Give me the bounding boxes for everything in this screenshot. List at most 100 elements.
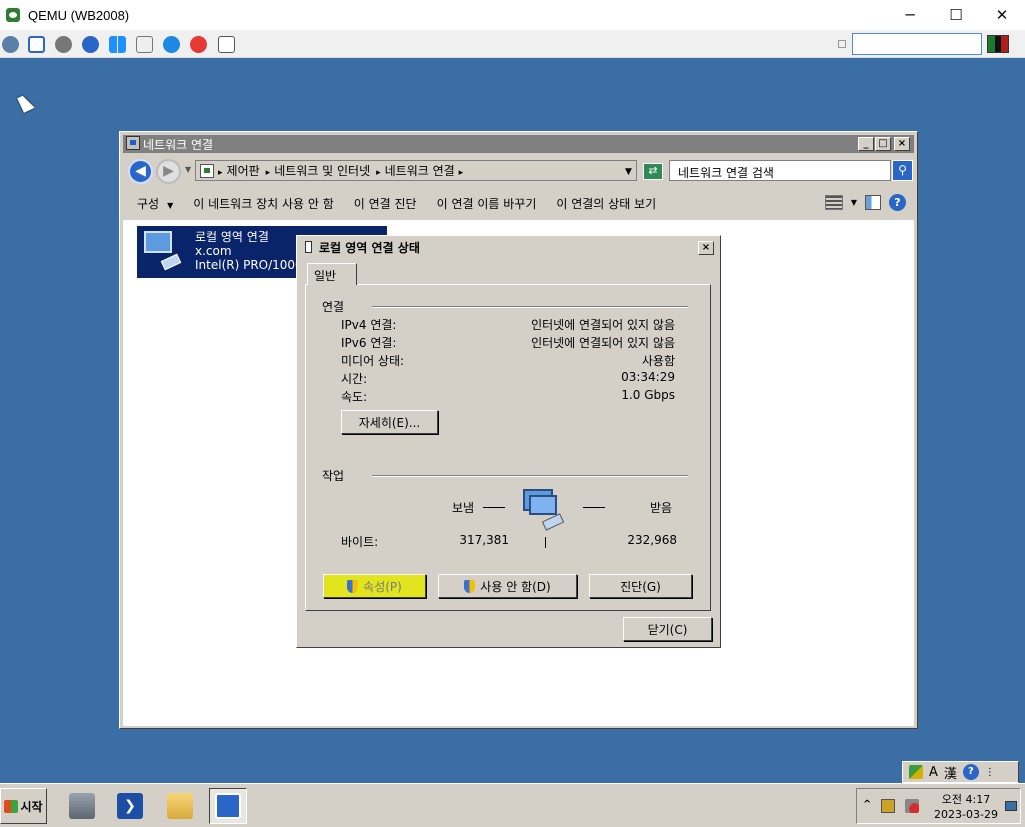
forward-button[interactable]: ▶ [156, 159, 181, 184]
network-connections-taskbar-button[interactable] [209, 788, 247, 824]
info-icon[interactable] [163, 36, 180, 53]
server-manager-icon [69, 793, 95, 819]
connection-details: 로컬 영역 연결 x.com Intel(R) PRO/1000 [195, 230, 303, 272]
clock[interactable]: 오전 4:17 2023-03-29 [931, 792, 1001, 822]
network-icon[interactable] [2, 36, 19, 53]
disable-device-command[interactable]: 이 네트워크 장치 사용 안 함 [193, 195, 334, 212]
host-toolbar-checkbox[interactable] [838, 40, 846, 48]
language-bar: A 漢 ? ⋮ [902, 761, 1019, 783]
diagnose-command[interactable]: 이 연결 진단 [354, 195, 417, 212]
search-input[interactable]: 네트워크 연결 검색 [669, 160, 891, 181]
back-button[interactable]: ◀ [128, 159, 153, 184]
organize-menu[interactable]: 구성 ▼ [137, 195, 173, 212]
view-controls: ▼ ? [824, 194, 906, 211]
windows-icon[interactable] [109, 36, 126, 53]
ipv6-label: IPv6 연결: [341, 336, 397, 350]
fullscreen-icon[interactable] [28, 36, 45, 53]
powershell-button[interactable]: ❯ [111, 788, 149, 824]
folder-icon [167, 793, 193, 819]
start-button[interactable]: 시작 [0, 788, 47, 824]
action-center-icon[interactable] [881, 799, 895, 813]
settings-icon[interactable] [55, 36, 72, 53]
address-bar: ◀ ▶ ▼ ▸ 제어판 ▸ 네트워크 및 인터넷 ▸ 네트워크 연결 ▸ ▼ ⇄ 네트… [123, 156, 914, 186]
search-icon[interactable]: ⚲ [892, 160, 913, 181]
connection-name: 로컬 영역 연결 [195, 230, 269, 244]
activity-group-label: 작업 [322, 469, 345, 483]
connection-group-divider [372, 306, 688, 308]
window-controls: _ □ × [858, 137, 910, 151]
clipboard-icon[interactable] [136, 36, 153, 53]
duration-label: 시간: [341, 372, 368, 386]
mouse-cursor-icon [17, 93, 35, 113]
ime-hanja-toggle[interactable]: 漢 [944, 763, 957, 782]
snapshot-icon[interactable] [218, 36, 235, 53]
view-options-dropdown-icon[interactable]: ▼ [851, 198, 857, 207]
refresh-icon[interactable] [82, 36, 99, 53]
breadcrumb-network-internet[interactable]: ▸ 네트워크 및 인터넷 [266, 162, 370, 179]
explorer-button[interactable] [161, 788, 199, 824]
host-window-title: QEMU (WB2008) [28, 7, 130, 23]
received-dash [583, 507, 605, 508]
address-dropdown-icon[interactable]: ▼ [625, 167, 632, 177]
host-titlebar: QEMU (WB2008) ─ ☐ ✕ [0, 0, 1025, 30]
change-view-icon[interactable] [824, 195, 843, 210]
host-close-button[interactable]: ✕ [979, 0, 1025, 30]
taskbar: 시작 ❯ ^ 오전 4:17 2023-03-29 [0, 783, 1025, 827]
received-label: 받음 [650, 501, 673, 515]
uac-shield-icon [347, 579, 359, 593]
server-manager-button[interactable] [63, 788, 101, 824]
breadcrumb-control-panel[interactable]: ▸ 제어판 [218, 162, 260, 179]
ime-pad-icon[interactable] [909, 765, 923, 779]
color-flag-icon[interactable] [987, 35, 1009, 53]
address-field[interactable]: ▸ 제어판 ▸ 네트워크 및 인터넷 ▸ 네트워크 연결 ▸ [195, 160, 637, 181]
disable-button[interactable]: 사용 안 함(D) [438, 574, 577, 598]
network-adapter-icon [142, 231, 184, 271]
maximize-button[interactable]: □ [875, 137, 891, 151]
bytes-label: 바이트: [341, 535, 379, 549]
command-bar: 구성 ▼ 이 네트워크 장치 사용 안 함 이 연결 진단 이 연결 이름 바꾸기… [123, 187, 914, 219]
dialog-title: 로컬 영역 연결 상태 [319, 241, 420, 255]
speed-value: 1.0 Gbps [621, 388, 675, 402]
ipv6-value: 인터넷에 연결되어 있지 않음 [531, 336, 675, 350]
rename-command[interactable]: 이 연결 이름 바꾸기 [437, 195, 537, 212]
preview-pane-icon[interactable] [865, 195, 881, 210]
ime-alpha-toggle[interactable]: A [929, 765, 938, 780]
network-disconnected-icon[interactable] [905, 799, 919, 813]
show-hidden-icons-icon[interactable]: ^ [863, 799, 871, 810]
refresh-button[interactable]: ⇄ [643, 163, 663, 180]
control-panel-icon [200, 163, 214, 178]
close-button[interactable]: × [894, 137, 910, 151]
show-desktop-icon[interactable] [1005, 801, 1017, 811]
host-minimize-button[interactable]: ─ [887, 0, 933, 30]
breadcrumb-network-connections[interactable]: ▸ 네트워크 연결 ▸ [376, 162, 467, 179]
language-help-icon[interactable]: ? [962, 764, 979, 780]
ipv4-value: 인터넷에 연결되어 있지 않음 [531, 318, 675, 332]
close-dialog-button[interactable]: 닫기(C) [623, 617, 712, 641]
connection-domain: x.com [195, 244, 232, 258]
media-state-value: 사용함 [641, 354, 675, 368]
history-dropdown-icon[interactable]: ▼ [185, 165, 191, 174]
qemu-app-icon [6, 8, 20, 22]
minimize-button[interactable]: _ [858, 137, 874, 151]
dialog-close-button[interactable]: × [698, 241, 714, 255]
bytes-sent-value: 317,381 [459, 533, 509, 547]
network-folder-icon [126, 136, 140, 150]
language-bar-options-icon[interactable]: ⋮ [985, 767, 995, 778]
details-button[interactable]: 자세히(E)... [341, 410, 438, 434]
host-search-input[interactable] [852, 33, 982, 55]
help-icon[interactable]: ? [889, 194, 906, 211]
properties-button[interactable]: 속성(P) [323, 574, 426, 598]
clock-time: 오전 4:17 [941, 793, 991, 806]
diagnose-button[interactable]: 진단(G) [589, 574, 692, 598]
sent-dash [483, 507, 505, 508]
window-titlebar: 네트워크 연결 _ □ × [123, 135, 914, 153]
view-status-command[interactable]: 이 연결의 상태 보기 [556, 195, 656, 212]
uac-shield-icon [464, 579, 476, 593]
stop-icon[interactable] [190, 36, 207, 53]
system-tray: ^ 오전 4:17 2023-03-29 [856, 788, 1021, 824]
connection-adapter: Intel(R) PRO/1000 [195, 258, 303, 272]
tab-general[interactable]: 일반 [307, 263, 357, 285]
connection-status-dialog: 로컬 영역 연결 상태 × 일반 연결 IPv4 연결: 인터넷에 연결되어 있… [296, 235, 721, 648]
windows-logo-icon [4, 799, 19, 813]
host-maximize-button[interactable]: ☐ [933, 0, 979, 30]
